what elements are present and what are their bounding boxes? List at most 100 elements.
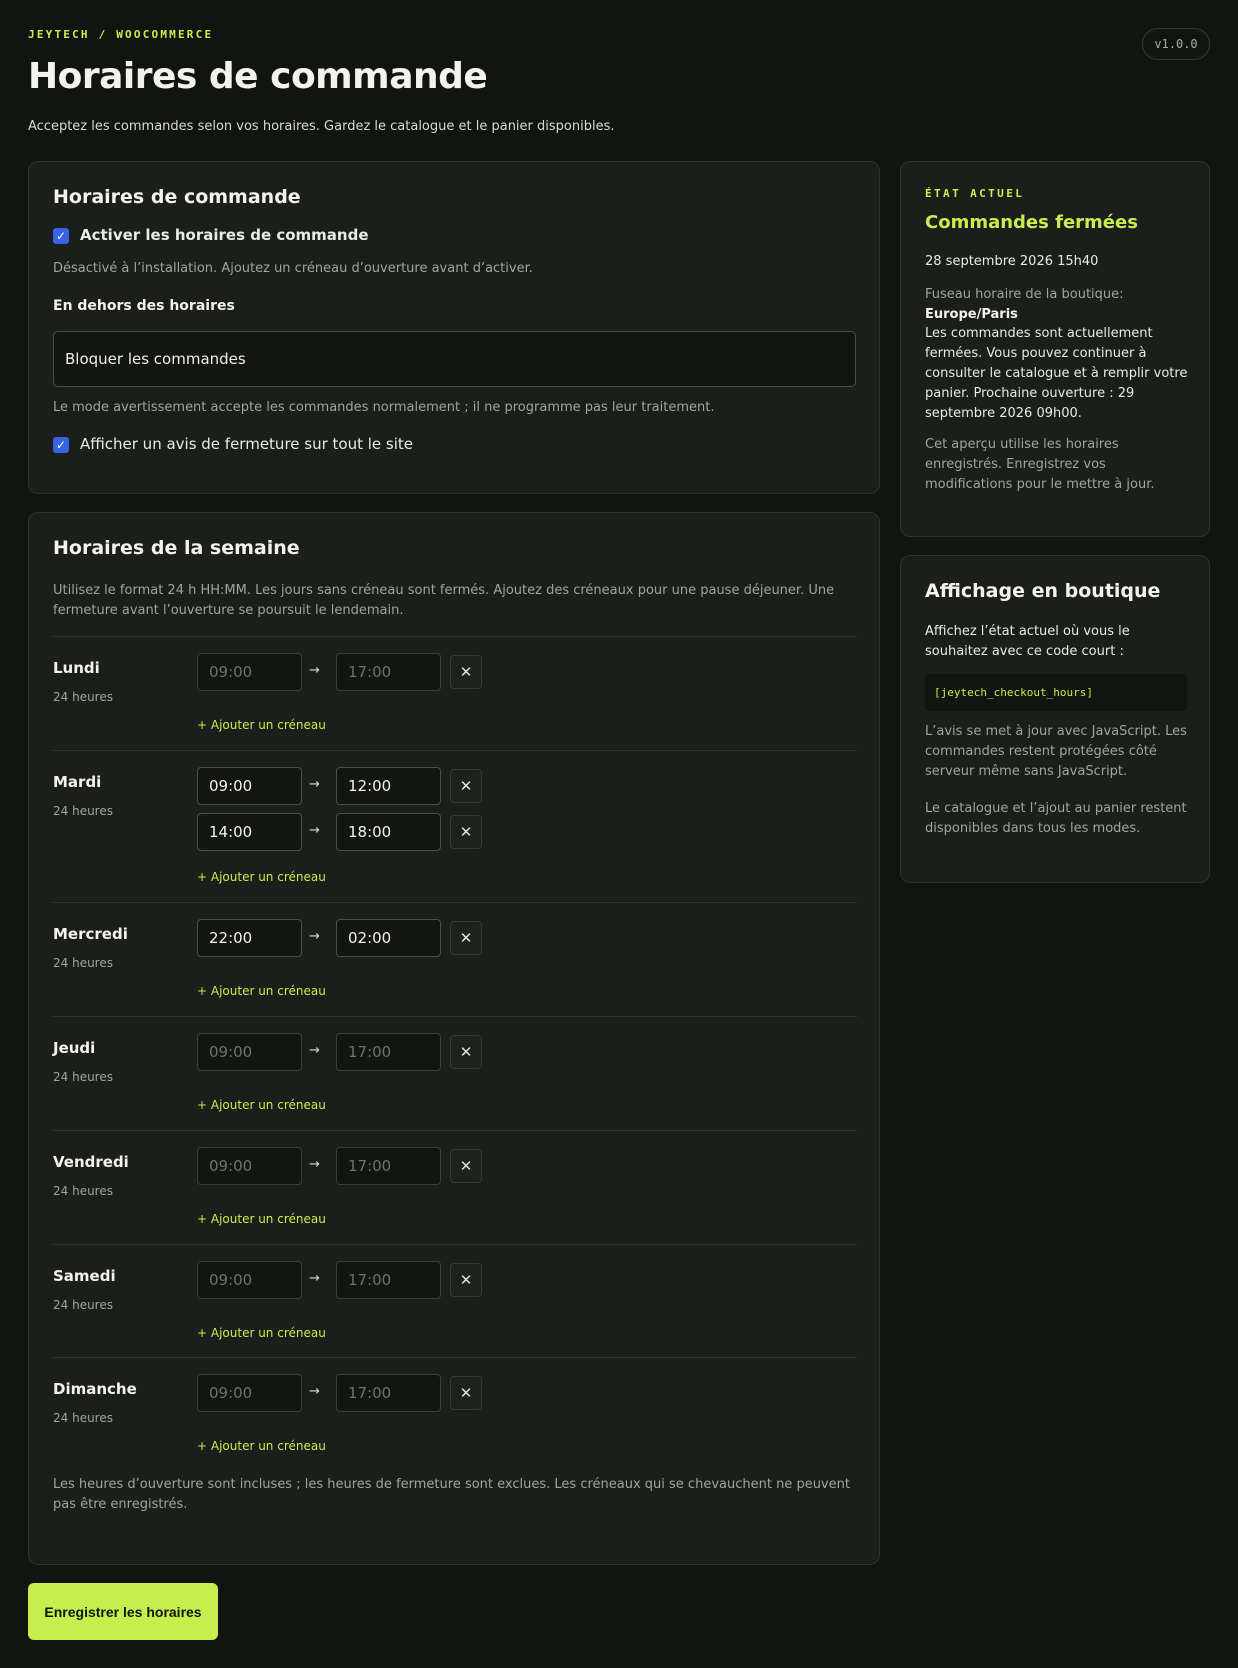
arrow-icon: → xyxy=(309,777,320,792)
status-timezone: Fuseau horaire de la boutique: Europe/Pa… xyxy=(925,285,1195,325)
shop-display-card: Affichage en boutique Affichez l’état ac… xyxy=(900,555,1210,883)
display-intro: Affichez l’état actuel où vous le souhai… xyxy=(925,624,1130,659)
status-title: Commandes fermées xyxy=(925,212,1138,233)
day-hours: 24 heures xyxy=(53,1184,113,1198)
remove-slot-button[interactable]: ✕ xyxy=(450,655,482,689)
day-row-mardi: Mardi 24 heures 09:00 → 12:00 ✕ 14:00 → … xyxy=(53,750,857,902)
slot-end-input[interactable]: 02:00 xyxy=(336,919,441,957)
close-icon: ✕ xyxy=(459,1043,473,1061)
day-row-samedi: Samedi 24 heures 09:00 → 17:00 ✕ + Ajout… xyxy=(53,1244,857,1357)
outside-hours-help: Le mode avertissement accepte les comman… xyxy=(53,400,715,415)
slot-end-input[interactable]: 18:00 xyxy=(336,813,441,851)
add-slot-link[interactable]: + Ajouter un créneau xyxy=(197,984,326,998)
remove-slot-button[interactable]: ✕ xyxy=(450,1376,482,1410)
slot-end-input[interactable]: 17:00 xyxy=(336,1033,441,1071)
day-name: Mardi xyxy=(53,773,102,791)
add-slot-link[interactable]: + Ajouter un créneau xyxy=(197,1212,326,1226)
slot-start-input[interactable]: 09:00 xyxy=(197,1147,302,1185)
close-icon: ✕ xyxy=(459,1384,473,1402)
time-slot: 09:00 → 17:00 ✕ xyxy=(197,1033,487,1071)
day-row-jeudi: Jeudi 24 heures 09:00 → 17:00 ✕ + Ajoute… xyxy=(53,1016,857,1130)
time-slot: 09:00 → 17:00 ✕ xyxy=(197,1374,487,1412)
close-icon: ✕ xyxy=(459,777,473,795)
slot-start-input[interactable]: 09:00 xyxy=(197,1033,302,1071)
time-slot: 22:00 → 02:00 ✕ xyxy=(197,919,487,957)
close-icon: ✕ xyxy=(459,929,473,947)
time-slot: 09:00 → 12:00 ✕ xyxy=(197,767,487,805)
slot-start-input[interactable]: 22:00 xyxy=(197,919,302,957)
slot-start-input[interactable]: 09:00 xyxy=(197,767,302,805)
time-slot: 09:00 → 17:00 ✕ xyxy=(197,653,487,691)
add-slot-link[interactable]: + Ajouter un créneau xyxy=(197,870,326,884)
day-row-lundi: Lundi 24 heures 09:00 → 17:00 ✕ + Ajoute… xyxy=(53,636,857,750)
remove-slot-button[interactable]: ✕ xyxy=(450,769,482,803)
status-eyebrow: ÉTAT ACTUEL xyxy=(925,187,1025,200)
add-slot-link[interactable]: + Ajouter un créneau xyxy=(197,1098,326,1112)
page-subtitle: Acceptez les commandes selon vos horaire… xyxy=(28,119,615,134)
timezone-value: Europe/Paris xyxy=(925,307,1018,322)
day-name: Dimanche xyxy=(53,1380,137,1398)
close-icon: ✕ xyxy=(459,823,473,841)
day-name: Lundi xyxy=(53,659,100,677)
slot-start-input[interactable]: 09:00 xyxy=(197,653,302,691)
time-slot: 09:00 → 17:00 ✕ xyxy=(197,1261,487,1299)
day-hours: 24 heures xyxy=(53,1298,113,1312)
remove-slot-button[interactable]: ✕ xyxy=(450,921,482,955)
outside-hours-select[interactable]: Bloquer les commandes xyxy=(53,331,856,387)
day-hours: 24 heures xyxy=(53,956,113,970)
slot-start-input[interactable]: 14:00 xyxy=(197,813,302,851)
enable-hours-checkbox[interactable]: ✓ xyxy=(53,228,69,244)
slot-end-input[interactable]: 17:00 xyxy=(336,1261,441,1299)
outside-hours-label: En dehors des horaires xyxy=(53,298,235,314)
page-title: Horaires de commande xyxy=(28,56,488,97)
remove-slot-button[interactable]: ✕ xyxy=(450,1149,482,1183)
close-icon: ✕ xyxy=(459,1271,473,1289)
arrow-icon: → xyxy=(309,929,320,944)
close-icon: ✕ xyxy=(459,663,473,681)
add-slot-link[interactable]: + Ajouter un créneau xyxy=(197,1439,326,1453)
weekly-hours-card: Horaires de la semaine Utilisez le forma… xyxy=(28,512,880,1565)
brand-breadcrumb: JEYTECH / WOOCOMMERCE xyxy=(28,28,214,41)
day-hours: 24 heures xyxy=(53,1411,113,1425)
display-js-note: L’avis se met à jour avec JavaScript. Le… xyxy=(925,724,1187,779)
week-title: Horaires de la semaine xyxy=(53,537,300,559)
day-hours: 24 heures xyxy=(53,1070,113,1084)
shortcode-box[interactable]: [jeytech_checkout_hours] xyxy=(925,674,1187,711)
day-name: Vendredi xyxy=(53,1153,129,1171)
add-slot-link[interactable]: + Ajouter un créneau xyxy=(197,1326,326,1340)
slot-end-input[interactable]: 17:00 xyxy=(336,1374,441,1412)
time-slot: 14:00 → 18:00 ✕ xyxy=(197,813,487,851)
arrow-icon: → xyxy=(309,1043,320,1058)
timezone-label: Fuseau horaire de la boutique: xyxy=(925,287,1124,302)
remove-slot-button[interactable]: ✕ xyxy=(450,1263,482,1297)
display-title: Affichage en boutique xyxy=(925,580,1161,602)
day-hours: 24 heures xyxy=(53,690,113,704)
day-name: Jeudi xyxy=(53,1039,96,1057)
enable-hours-help: Désactivé à l’installation. Ajoutez un c… xyxy=(53,261,533,276)
arrow-icon: → xyxy=(309,1157,320,1172)
slot-end-input[interactable]: 17:00 xyxy=(336,1147,441,1185)
remove-slot-button[interactable]: ✕ xyxy=(450,1035,482,1069)
status-datetime: 28 septembre 2026 15h40 xyxy=(925,254,1099,269)
day-row-dimanche: Dimanche 24 heures 09:00 → 17:00 ✕ + Ajo… xyxy=(53,1357,857,1471)
enable-hours-label[interactable]: Activer les horaires de commande xyxy=(80,226,369,244)
settings-title: Horaires de commande xyxy=(53,186,301,208)
closure-notice-label[interactable]: Afficher un avis de fermeture sur tout l… xyxy=(80,435,413,453)
slot-end-input[interactable]: 12:00 xyxy=(336,767,441,805)
remove-slot-button[interactable]: ✕ xyxy=(450,815,482,849)
slot-start-input[interactable]: 09:00 xyxy=(197,1261,302,1299)
arrow-icon: → xyxy=(309,663,320,678)
slot-end-input[interactable]: 17:00 xyxy=(336,653,441,691)
slot-start-input[interactable]: 09:00 xyxy=(197,1374,302,1412)
version-badge: v1.0.0 xyxy=(1142,28,1210,60)
week-footer-note: Les heures d’ouverture sont incluses ; l… xyxy=(53,1477,850,1512)
week-description: Utilisez le format 24 h HH:MM. Les jours… xyxy=(53,583,835,618)
time-slot: 09:00 → 17:00 ✕ xyxy=(197,1147,487,1185)
closure-notice-checkbox[interactable]: ✓ xyxy=(53,437,69,453)
status-message: Les commandes sont actuellement fermées.… xyxy=(925,326,1188,421)
add-slot-link[interactable]: + Ajouter un créneau xyxy=(197,718,326,732)
save-hours-button[interactable]: Enregistrer les horaires xyxy=(28,1583,218,1640)
check-icon: ✓ xyxy=(55,229,67,243)
day-name: Samedi xyxy=(53,1267,116,1285)
arrow-icon: → xyxy=(309,1271,320,1286)
